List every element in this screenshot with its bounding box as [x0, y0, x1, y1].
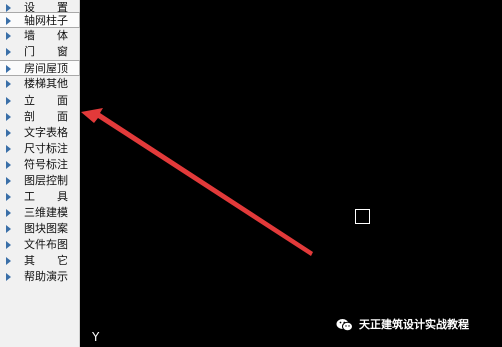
tangent-side-menu: 设 置轴网柱子墙 体门 窗房间屋顶 楼梯其他立 面剖 面文字表格 尺寸标注 符号标注图… — [0, 0, 80, 347]
expand-arrow-icon — [6, 225, 11, 233]
expand-arrow-icon — [6, 17, 11, 25]
menu-item-tools[interactable]: 工 具 — [0, 189, 80, 205]
watermark-text: 天正建筑设计实战教程 — [359, 318, 469, 331]
menu-item-others[interactable]: 其 它 — [0, 253, 80, 269]
menu-item-3d-modeling[interactable]: 三维建模 — [0, 205, 80, 221]
menu-item-label: 符号标注 — [24, 158, 68, 171]
menu-item-elevation[interactable]: 立 面 — [0, 93, 80, 109]
menu-item-label: 文件布图 — [24, 238, 68, 251]
menu-item-doors-windows[interactable]: 门 窗 — [0, 44, 80, 60]
menu-item-label: 剖 面 — [24, 110, 68, 123]
expand-arrow-icon — [6, 193, 11, 201]
expand-arrow-icon — [6, 161, 11, 169]
menu-item-section[interactable]: 剖 面 — [0, 109, 80, 125]
expand-arrow-icon — [6, 97, 11, 105]
expand-arrow-icon — [6, 129, 11, 137]
menu-item-label: 楼梯其他 — [24, 77, 68, 90]
menu-item-help-demo[interactable]: 帮助演示 — [0, 269, 80, 285]
expand-arrow-icon — [6, 80, 11, 88]
menu-item-file-layout[interactable]: 文件布图 — [0, 237, 80, 253]
menu-item-walls[interactable]: 墙 体 — [0, 28, 80, 44]
wechat-icon — [336, 317, 353, 332]
drawing-canvas[interactable] — [80, 0, 502, 347]
watermark: 天正建筑设计实战教程 — [336, 315, 469, 333]
menu-item-rooms-roof[interactable]: 房间屋顶 — [0, 60, 80, 76]
expand-arrow-icon — [6, 209, 11, 217]
ucs-axis-y-label: Y — [92, 330, 100, 344]
menu-item-text-tables[interactable]: 文字表格 — [0, 125, 80, 141]
menu-item-label: 轴网柱子 — [24, 14, 68, 27]
expand-arrow-icon — [6, 113, 11, 121]
menu-item-layer-control[interactable]: 图层控制 — [0, 173, 80, 189]
expand-arrow-icon — [6, 241, 11, 249]
menu-item-label: 其 它 — [24, 254, 68, 267]
menu-item-stairs-other[interactable]: 楼梯其他 — [0, 76, 80, 92]
annotation-layer — [81, 108, 313, 256]
menu-item-label: 三维建模 — [24, 206, 68, 219]
crosshair-pickbox — [355, 209, 370, 224]
menu-item-label: 墙 体 — [24, 29, 68, 42]
menu-item-label: 工 具 — [24, 190, 68, 203]
menu-item-label: 尺寸标注 — [24, 142, 68, 155]
menu-item-label: 图层控制 — [24, 174, 68, 187]
menu-item-blocks-patterns[interactable]: 图块图案 — [0, 221, 80, 237]
menu-item-axis-grid-columns[interactable]: 轴网柱子 — [0, 12, 80, 28]
expand-arrow-icon — [6, 273, 11, 281]
expand-arrow-icon — [6, 32, 11, 40]
menu-item-label: 门 窗 — [24, 45, 68, 58]
expand-arrow-icon — [6, 257, 11, 265]
menu-item-dimensions[interactable]: 尺寸标注 — [0, 141, 80, 157]
expand-arrow-icon — [6, 4, 11, 12]
menu-item-label: 文字表格 — [24, 126, 68, 139]
expand-arrow-icon — [6, 65, 11, 73]
menu-item-label: 图块图案 — [24, 222, 68, 235]
expand-arrow-icon — [6, 145, 11, 153]
menu-item-label: 帮助演示 — [24, 270, 68, 283]
menu-item-label: 立 面 — [24, 94, 68, 107]
expand-arrow-icon — [6, 48, 11, 56]
red-annotation-arrow — [81, 108, 313, 256]
menu-item-label: 房间屋顶 — [24, 62, 68, 75]
menu-item-symbols[interactable]: 符号标注 — [0, 157, 80, 173]
expand-arrow-icon — [6, 177, 11, 185]
